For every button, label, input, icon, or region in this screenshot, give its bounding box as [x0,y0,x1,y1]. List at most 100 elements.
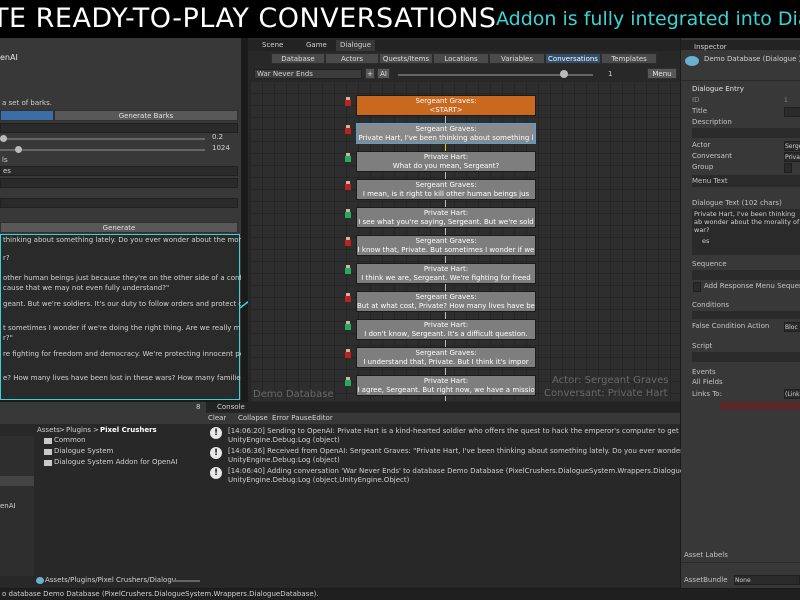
dialogue-node[interactable]: Private Hart: What do you mean, Sergeant? [356,151,536,172]
model-dropdown[interactable] [0,123,238,133]
add-response-checkbox[interactable] [693,282,701,292]
breadcrumb-pixel[interactable]: Pixel Crushers [100,425,157,436]
asset-path: Assets/Plugins/Pixel Crushers/Dialogu [45,576,177,584]
conversation-dropdown[interactable]: War Never Ends [254,69,362,79]
npc-icon [345,377,351,386]
link-row[interactable] [720,402,800,410]
folder-common[interactable]: Common [54,435,86,446]
actors-dropdown[interactable]: es [0,166,238,176]
console-entry-line1: [14:06:20] Sending to OpenAI: Private Ha… [228,427,690,435]
tab-conversations[interactable]: Conversations [545,53,601,64]
node-speaker: Sergeant Graves: [415,97,477,105]
promo-banner: TE READY-TO-PLAY CONVERSATIONS Addon is … [0,0,800,38]
divider [681,80,800,81]
tab-scene[interactable]: Scene [262,40,283,51]
links-to-dropdown[interactable]: (Link [784,389,800,399]
max-tokens-slider-handle[interactable] [15,146,22,153]
folder-addon-openai[interactable]: Dialogue System Addon for OpenAI [54,457,178,468]
npc-icon [345,237,351,246]
tab-templates[interactable]: Templates [601,53,657,64]
console-editor-dropdown[interactable]: Editor [312,413,333,424]
console-entry[interactable]: ! [14:06:20] Sending to OpenAI: Private … [210,427,690,445]
dialogue-node[interactable]: Private Hart: I see what you're saying, S… [356,207,536,228]
events-foldout[interactable]: Events [692,368,716,376]
group-checkbox[interactable] [784,163,792,173]
node-speaker: Private Hart: [423,209,469,217]
console-entry[interactable]: ! [14:06:36] Received from OpenAI: Serge… [210,447,690,465]
npc-icon [345,153,351,162]
console-entry-line1: [14:06:40] Adding conversation 'War Neve… [228,467,690,475]
node-text: I think we are, Sergeant. We're fighting… [361,274,531,282]
conversant-dropdown[interactable]: Priva [784,152,800,162]
folder-icon [44,438,52,444]
node-speaker: Sergeant Graves: [415,125,477,133]
dialogue-node-start[interactable]: Sergeant Graves: <START> [356,95,536,116]
tab-dialogue[interactable]: Dialogue [336,40,376,51]
settings-dropdown[interactable] [0,178,238,188]
tree-selected[interactable] [0,476,34,486]
ai-button[interactable]: AI [377,68,390,79]
dialogue-db-icon [36,577,44,584]
console-error-pause-button[interactable]: Error Pause [272,413,312,424]
zoom-slider-handle[interactable] [560,70,568,78]
console-entry[interactable]: ! [14:06:40] Adding conversation 'War Ne… [210,467,690,485]
tab-left-active[interactable] [0,110,54,121]
output-line: cause that we may not even fully underst… [3,284,170,292]
tab-quests-items[interactable]: Quests/Items [379,53,433,64]
dialogue-text-field[interactable]: Private Hart, I've been thinking ab wond… [692,209,800,255]
tab-locations[interactable]: Locations [433,53,489,64]
console-tab[interactable]: Console [217,402,245,412]
project-panel: 8 Assets > Plugins > Pixel Crushers enAI… [0,402,206,588]
folder-dialogue-system[interactable]: Dialogue System [54,446,113,457]
conditions-field[interactable] [692,311,800,319]
generate-button[interactable]: Generate [0,222,238,233]
dialogue-node[interactable]: Sergeant Graves: I understand that, Priva… [356,347,536,368]
asset-bundle-dropdown[interactable]: None [734,575,800,585]
dialogue-node[interactable]: Sergeant Graves: I mean, is it right to k… [356,179,536,200]
project-badge: 8 [196,403,201,411]
generate-barks-button[interactable]: Generate Barks [54,110,238,121]
project-header [0,402,206,424]
tab-game[interactable]: Game [306,40,327,51]
temperature-value[interactable]: 0.2 [210,133,238,143]
description-field[interactable] [692,128,800,138]
temperature-slider[interactable] [0,138,205,140]
console-header [206,402,680,412]
canvas-watermark-db: Demo Database [253,389,334,400]
tab-variables[interactable]: Variables [489,53,545,64]
script-field[interactable] [692,352,800,362]
banner-title: TE READY-TO-PLAY CONVERSATIONS [0,3,497,34]
console-collapse-button[interactable]: Collapse [238,413,268,424]
output-line: r? [3,254,10,262]
links-to-label: Links To: [692,390,722,398]
icon-size-slider[interactable] [172,580,200,582]
generated-output[interactable]: thinking about something lately. Do you … [0,234,241,400]
sequence-field[interactable] [692,270,800,280]
tab-database[interactable]: Database [271,53,325,64]
node-text: What do you mean, Sergeant? [392,162,500,170]
node-text: I understand that, Private. But I think … [363,358,529,366]
breadcrumb-sep: > [93,426,99,434]
dialogue-node[interactable]: Sergeant Graves: But at what cost, Privat… [356,291,536,312]
false-condition-dropdown[interactable]: Bloc [784,322,800,332]
add-conversation-button[interactable]: + [365,68,375,79]
dialogue-node[interactable]: Private Hart: I think we are, Sergeant. W… [356,263,536,284]
dialogue-node[interactable]: Sergeant Graves: Private Hart, I've been … [356,123,536,144]
dialogue-node[interactable]: Sergeant Graves: I know that, Private. Bu… [356,235,536,256]
prompt-field[interactable] [0,198,238,208]
inspector-title[interactable]: Inspector [694,42,727,52]
menu-dropdown[interactable]: Menu [647,68,677,79]
title-field[interactable] [784,107,800,117]
tree-item-openai[interactable]: enAI [0,501,16,512]
node-speaker: Sergeant Graves: [415,181,477,189]
dialogue-node[interactable]: Private Hart: I agree, Sergeant. But righ… [356,375,536,396]
tab-actors[interactable]: Actors [325,53,379,64]
max-tokens-slider[interactable] [0,149,205,151]
actor-dropdown[interactable]: Serge [784,141,800,151]
temperature-slider-handle[interactable] [0,135,7,142]
dialogue-node[interactable]: Private Hart: I don't know, Sergeant. It'… [356,319,536,340]
all-fields-foldout[interactable]: All Fields [692,378,723,386]
node-speaker: Private Hart: [423,377,469,385]
max-tokens-value[interactable]: 1024 [210,144,238,154]
console-clear-button[interactable]: Clear [208,413,226,424]
